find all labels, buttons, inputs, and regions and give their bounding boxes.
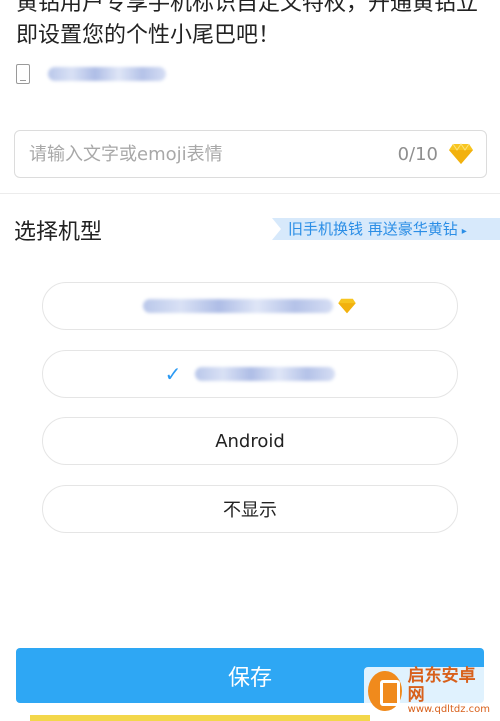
watermark-name: 启东安卓网 — [407, 665, 476, 705]
model-name-blurred — [195, 367, 336, 381]
tail-text-field[interactable]: 0/10 — [14, 130, 487, 178]
promo-banner[interactable]: 旧手机换钱 再送豪华黄钻 ▸ — [272, 218, 500, 240]
tail-text-input[interactable] — [29, 143, 398, 165]
device-name-blurred — [48, 67, 166, 81]
intro-line-2: 即设置您的个性小尾巴吧！ — [16, 23, 281, 48]
intro-text: 黄钻用户专享手机标识自定义特权，开通黄钻立 即设置您的个性小尾巴吧！ — [16, 0, 496, 52]
intro-line-1: 黄钻用户专享手机标识自定义特权，开通黄钻立 — [16, 0, 479, 16]
yellow-diamond-icon — [338, 298, 356, 314]
watermark: 启东安卓网 www.qdltdz.com — [364, 665, 494, 716]
char-counter: 0/10 — [397, 143, 438, 165]
model-option-1[interactable] — [42, 282, 458, 330]
checkmark-icon: ✓ — [164, 362, 182, 386]
section-title: 选择机型 — [14, 220, 103, 245]
model-option-hide[interactable]: 不显示 — [42, 485, 458, 533]
promo-arrow-icon: ▸ — [461, 226, 467, 237]
model-name-blurred — [143, 299, 333, 313]
option-label: 不显示 — [223, 500, 277, 521]
watermark-url: www.qdltdz.com — [407, 704, 490, 716]
divider — [0, 193, 500, 194]
tail-preview — [16, 62, 166, 86]
bottom-banner[interactable] — [30, 715, 370, 721]
promo-label: 旧手机换钱 再送豪华黄钻 — [288, 220, 458, 238]
yellow-diamond-icon[interactable] — [448, 143, 474, 165]
option-label: Android — [215, 430, 285, 452]
model-option-android[interactable]: Android — [42, 417, 458, 465]
phone-icon — [16, 64, 30, 84]
watermark-logo-icon — [368, 671, 402, 711]
model-option-2[interactable]: ✓ — [42, 350, 458, 398]
